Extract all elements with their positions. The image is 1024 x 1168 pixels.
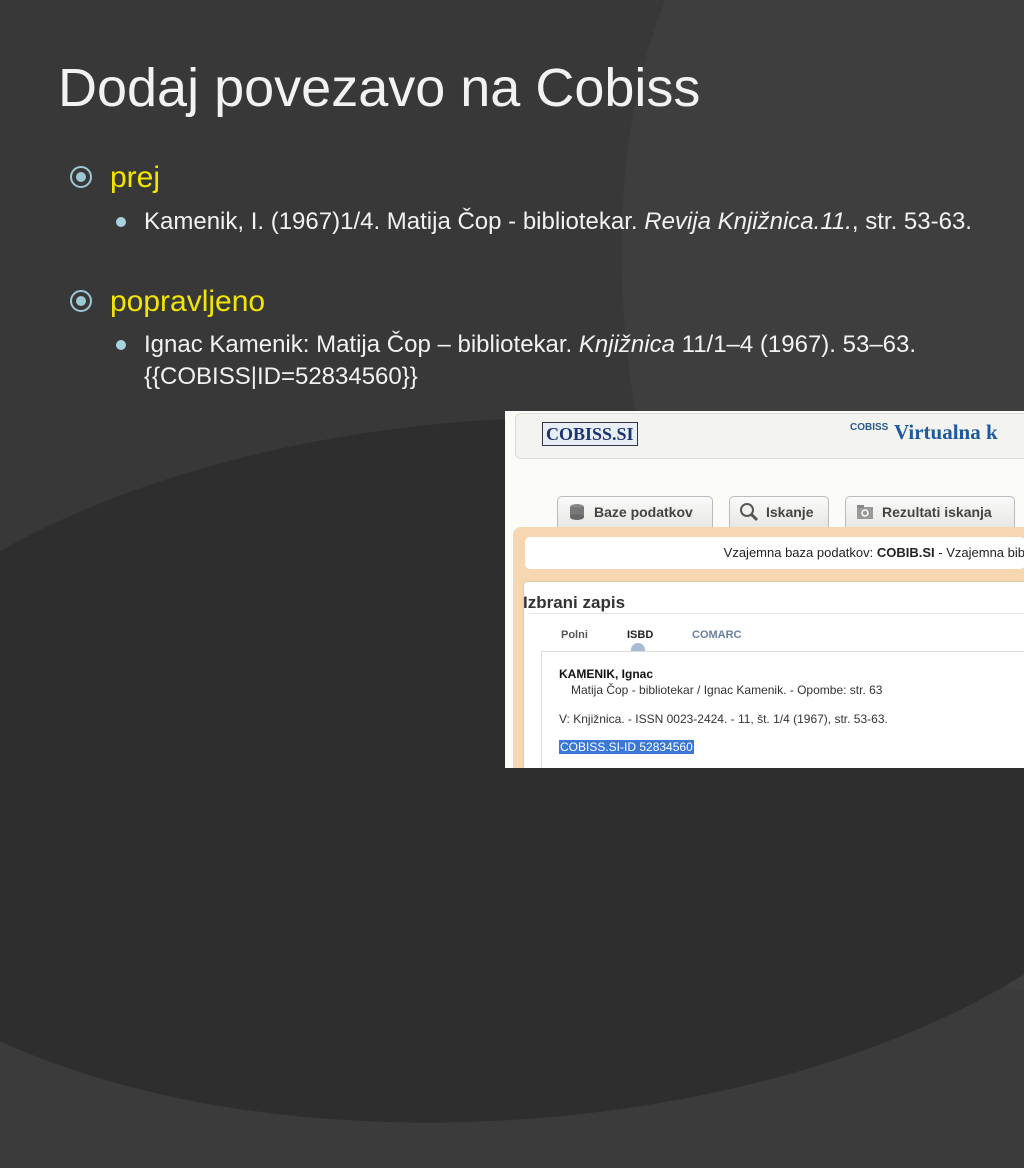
virtual-library-title: Virtualna k bbox=[894, 420, 998, 444]
tab-label: Iskanje bbox=[766, 504, 814, 520]
citation-italic: Knjižnica bbox=[578, 331, 675, 358]
banner-suffix: - Vzajemna bib bbox=[934, 545, 1024, 560]
bullet-item-prej: Kamenik, I. (1967)1/4. Matija Čop - bibl… bbox=[116, 206, 994, 238]
view-tab-isbd[interactable]: ISBD bbox=[627, 629, 653, 641]
bullet-item-popravljeno: Ignac Kamenik: Matija Čop – bibliotekar.… bbox=[116, 329, 994, 393]
cobiss-screenshot: COBISS.SI COBISS Virtualna k Baze podatk… bbox=[505, 411, 1024, 768]
banner-prefix: Vzajemna baza podatkov: bbox=[723, 545, 877, 560]
database-banner: Vzajemna baza podatkov: COBIB.SI - Vzaje… bbox=[525, 537, 1024, 569]
cobiss-badge-icon: COBISS bbox=[850, 422, 889, 433]
database-icon bbox=[570, 504, 584, 520]
banner-database: COBIB.SI bbox=[876, 545, 935, 560]
circle-bullet-icon bbox=[70, 166, 92, 188]
citation-text: Kamenik, I. (1967)1/4. Matija Čop - bibl… bbox=[144, 208, 645, 235]
selected-id-text: COBISS.SI-ID 52834560 bbox=[559, 740, 694, 754]
record-source-line: V: Knjižnica. - ISSN 0023-2424. - 11, št… bbox=[559, 712, 888, 726]
heading-text: prej bbox=[110, 161, 161, 194]
dot-bullet-icon bbox=[116, 217, 126, 227]
dot-bullet-icon bbox=[116, 340, 126, 350]
divider bbox=[529, 613, 1024, 614]
record-cobiss-id: COBISS.SI-ID 52834560 bbox=[559, 740, 694, 754]
folder-search-icon bbox=[857, 505, 873, 519]
tab-rezultati-iskanja[interactable]: Rezultati iskanja bbox=[845, 496, 1015, 528]
tab-iskanje[interactable]: Iskanje bbox=[729, 496, 829, 528]
bullet-heading-popravljeno: popravljeno bbox=[70, 284, 265, 320]
citation-italic: Revija Knjižnica.11. bbox=[644, 208, 852, 235]
cobiss-logo: COBISS.SI bbox=[542, 422, 638, 446]
record-title-line: Matija Čop - bibliotekar / Ignac Kamenik… bbox=[571, 683, 883, 697]
active-tab-indicator bbox=[631, 643, 645, 651]
screenshot-header: COBISS.SI COBISS Virtualna k bbox=[515, 413, 1024, 459]
view-tab-comarc[interactable]: COMARC bbox=[692, 629, 742, 641]
citation-text: Ignac Kamenik: Matija Čop – bibliotekar. bbox=[144, 331, 579, 358]
tab-label: Rezultati iskanja bbox=[882, 504, 992, 520]
magnifier-icon bbox=[740, 503, 759, 522]
tab-label: Baze podatkov bbox=[594, 504, 693, 520]
view-tab-polni[interactable]: Polni bbox=[561, 629, 588, 641]
record-author: KAMENIK, Ignac bbox=[559, 667, 654, 681]
circle-bullet-icon bbox=[70, 290, 92, 312]
record-title: Izbrani zapis bbox=[523, 593, 626, 612]
bullet-heading-prej: prej bbox=[70, 160, 160, 196]
tab-baze-podatkov[interactable]: Baze podatkov bbox=[557, 496, 713, 528]
slide-title: Dodaj povezavo na Cobiss bbox=[58, 58, 701, 118]
citation-tail: , str. 53-63. bbox=[851, 208, 972, 235]
heading-text: popravljeno bbox=[110, 285, 266, 318]
